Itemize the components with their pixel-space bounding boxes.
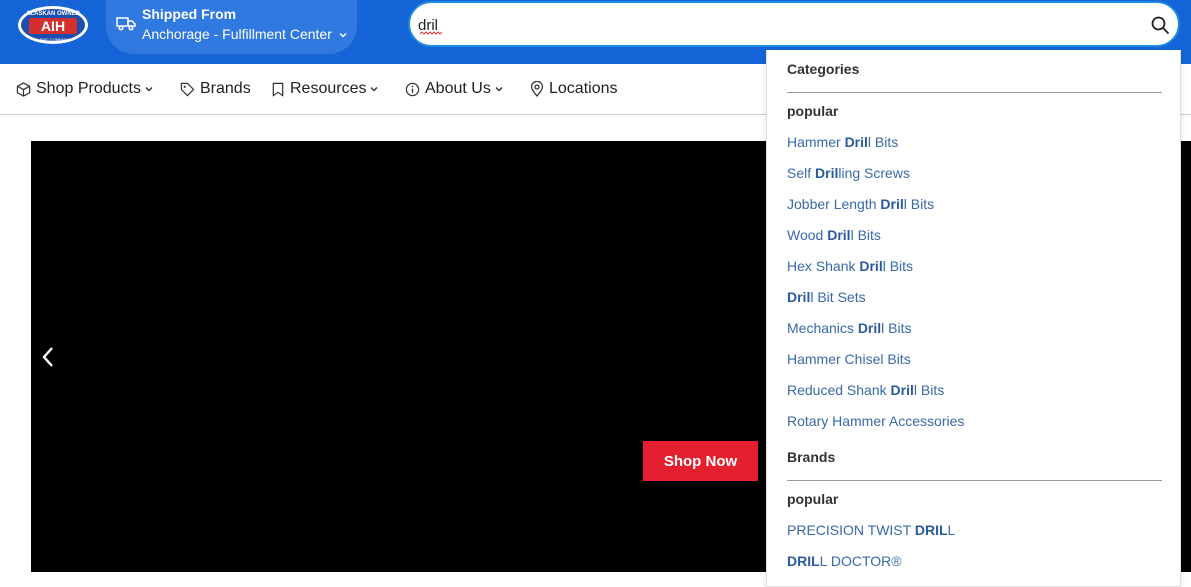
text-part: Reduced Shank (787, 382, 891, 398)
map-pin-icon (530, 81, 544, 97)
text-part: Self (787, 165, 816, 181)
shop-now-button[interactable]: Shop Now (643, 441, 758, 481)
brands-heading: Brands (787, 449, 836, 465)
text-part: Hammer (787, 134, 845, 150)
tag-icon (180, 82, 195, 96)
suggestion-category[interactable]: Reduced Shank Drill Bits (787, 382, 944, 398)
suggestion-category[interactable]: Wood Drill Bits (787, 227, 881, 243)
page: ALASKAN OWNED AIH A BMC COMPANY Shipped … (0, 0, 1191, 587)
match-highlight: Dril (857, 320, 882, 336)
search-input[interactable] (418, 14, 1138, 36)
suggestion-category[interactable]: Drill Bit Sets (787, 289, 866, 305)
nav-item-label: Brands (200, 80, 251, 97)
suggestion-brand[interactable]: DRILL DOCTOR® (787, 553, 902, 569)
chevron-down-icon (370, 87, 378, 92)
divider (787, 480, 1162, 481)
text-part: l Bits (903, 196, 935, 212)
match-highlight: Dril (827, 227, 851, 243)
categories-popular-label: popular (787, 103, 839, 119)
shipped-from-location: Anchorage - Fulfillment Center (142, 26, 348, 42)
shipped-from-label: Shipped From (142, 6, 237, 22)
match-highlight: DRIL (787, 553, 820, 569)
text-part: l Bits (850, 227, 881, 243)
brands-popular-label: popular (787, 491, 839, 507)
nav-item-label: About Us (425, 80, 491, 97)
chevron-down-icon (339, 33, 347, 38)
text-part: Rotary Hammer Accessories (787, 413, 965, 429)
nav-item-shop-products[interactable]: Shop Products (16, 64, 154, 114)
suggestion-category[interactable]: Hammer Drill Bits (787, 134, 898, 150)
text-part: Hex Shank (787, 258, 860, 274)
match-highlight: Dril (880, 196, 904, 212)
nav-item-label: Shop Products (36, 80, 141, 97)
match-highlight: Dril (787, 289, 811, 305)
nav-item-about-us[interactable]: About Us (405, 64, 504, 114)
chevron-down-icon (145, 87, 153, 92)
spellcheck-underline (420, 31, 442, 35)
shipped-from-location-text: Anchorage - Fulfillment Center (142, 26, 332, 42)
categories-heading: Categories (787, 61, 860, 77)
company-logo[interactable]: ALASKAN OWNED AIH A BMC COMPANY (16, 3, 90, 45)
text-part: l Bit Sets (810, 289, 866, 305)
text-part: L DOCTOR® (819, 553, 902, 569)
suggestion-category[interactable]: Rotary Hammer Accessories (787, 413, 964, 429)
shipped-from-selector[interactable]: Shipped From Anchorage - Fulfillment Cen… (106, 0, 357, 54)
divider (787, 92, 1162, 93)
search-icon[interactable] (1150, 15, 1170, 35)
match-highlight: DRIL (914, 522, 948, 538)
text-part: Jobber Length (787, 196, 881, 212)
text-part: l Bits (913, 382, 945, 398)
chevron-left-icon[interactable] (40, 345, 56, 369)
text-part: ling Screws (838, 165, 910, 181)
text-part: Mechanics (787, 320, 858, 336)
box-icon (16, 81, 31, 97)
text-part: Wood (787, 227, 828, 243)
truck-icon (116, 17, 136, 31)
match-highlight: Dril (815, 165, 839, 181)
match-highlight: Dril (890, 382, 914, 398)
nav-item-resources[interactable]: Resources (271, 64, 379, 114)
text-part: l Bits (881, 320, 912, 336)
search-suggestions-dropdown: Categories popular Hammer Drill Bits Sel… (766, 50, 1181, 587)
nav-item-label: Locations (549, 80, 618, 97)
info-icon (405, 82, 420, 96)
nav-item-brands[interactable]: Brands (180, 64, 251, 114)
suggestion-brand[interactable]: PRECISION TWIST DRILL (787, 522, 955, 538)
bookmark-icon (272, 82, 284, 97)
text-part: l Bits (882, 258, 914, 274)
nav-item-label: Resources (290, 80, 367, 97)
match-highlight: Dril (844, 134, 868, 150)
text-part: L (947, 522, 956, 538)
text-part: PRECISION TWIST (787, 522, 915, 538)
chevron-down-icon (495, 87, 503, 92)
suggestion-category[interactable]: Jobber Length Drill Bits (787, 196, 934, 212)
suggestion-category[interactable]: Self Drilling Screws (787, 165, 910, 181)
nav-item-locations[interactable]: Locations (530, 64, 618, 114)
svg-text:A BMC COMPANY: A BMC COMPANY (36, 37, 70, 42)
text-part: l Bits (867, 134, 899, 150)
text-part: Hammer Chisel Bits (787, 351, 911, 367)
search-box[interactable] (408, 1, 1180, 47)
suggestion-category[interactable]: Mechanics Drill Bits (787, 320, 912, 336)
match-highlight: Dril (859, 258, 883, 274)
svg-text:ALASKAN OWNED: ALASKAN OWNED (26, 11, 81, 17)
suggestion-category[interactable]: Hammer Chisel Bits (787, 351, 911, 367)
svg-text:AIH: AIH (41, 18, 65, 34)
suggestion-category[interactable]: Hex Shank Drill Bits (787, 258, 913, 274)
